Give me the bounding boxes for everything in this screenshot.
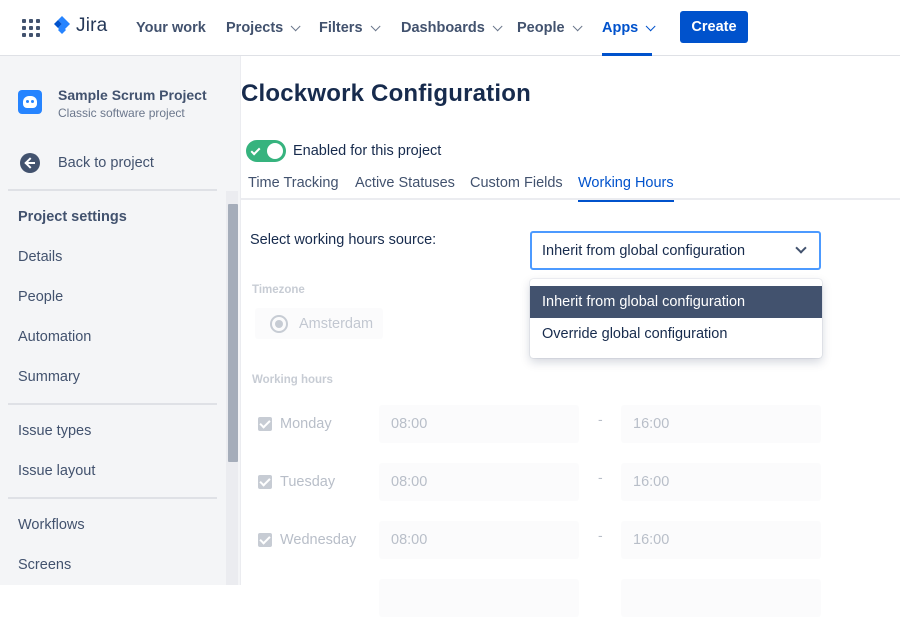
nav-your-work[interactable]: Your work bbox=[136, 0, 206, 56]
project-name: Sample Scrum Project bbox=[58, 87, 207, 103]
nav-item-label: Projects bbox=[226, 20, 284, 36]
create-button[interactable]: Create bbox=[680, 11, 748, 43]
chevron-down-icon bbox=[290, 20, 301, 31]
time-separator: - bbox=[598, 411, 603, 427]
option-override-global[interactable]: Override global configuration bbox=[530, 318, 822, 350]
top-navigation: Jira Your work Projects Filters Dashboar… bbox=[0, 0, 900, 56]
sidebar-item-automation[interactable]: Automation bbox=[18, 329, 91, 345]
chevron-down-icon bbox=[572, 20, 583, 31]
select-value: Inherit from global configuration bbox=[542, 243, 746, 259]
day-checkbox[interactable] bbox=[258, 533, 272, 547]
nav-dashboards[interactable]: Dashboards bbox=[401, 0, 503, 56]
day-checkbox[interactable] bbox=[258, 475, 272, 489]
sidebar-item-issue-layout[interactable]: Issue layout bbox=[18, 463, 95, 479]
check-icon bbox=[250, 145, 261, 156]
nav-item-label: Filters bbox=[319, 20, 363, 36]
working-hours-label: Working hours bbox=[252, 374, 333, 386]
nav-item-label: Apps bbox=[602, 20, 639, 36]
jira-logo-icon bbox=[54, 16, 70, 34]
project-header[interactable]: Sample Scrum Project Classic software pr… bbox=[18, 87, 207, 120]
back-to-project-link[interactable]: Back to project bbox=[20, 153, 154, 173]
day-name: Monday bbox=[280, 416, 332, 432]
tab-time-tracking[interactable]: Time Tracking bbox=[248, 175, 339, 200]
jira-logo[interactable]: Jira bbox=[52, 15, 107, 37]
enabled-toggle[interactable] bbox=[246, 140, 286, 162]
nav-people[interactable]: People bbox=[517, 0, 583, 56]
sidebar-item-details[interactable]: Details bbox=[18, 249, 62, 265]
globe-icon bbox=[270, 314, 288, 333]
app-switcher-icon[interactable] bbox=[22, 19, 40, 37]
timezone-field[interactable]: Amsterdam bbox=[255, 308, 383, 339]
tab-working-hours[interactable]: Working Hours bbox=[578, 175, 674, 202]
chevron-down-icon bbox=[370, 20, 381, 31]
time-separator: - bbox=[598, 469, 603, 485]
nav-item-label: People bbox=[517, 20, 565, 36]
tab-custom-fields[interactable]: Custom Fields bbox=[470, 175, 563, 200]
day-checkbox[interactable] bbox=[258, 417, 272, 431]
back-label: Back to project bbox=[58, 155, 154, 171]
source-label: Select working hours source: bbox=[250, 232, 437, 248]
timezone-label: Timezone bbox=[252, 284, 305, 296]
end-time-input[interactable]: 16:00 bbox=[621, 463, 821, 501]
end-time-input[interactable]: 16:00 bbox=[621, 521, 821, 559]
sidebar-item-issue-types[interactable]: Issue types bbox=[18, 423, 91, 439]
time-separator: - bbox=[598, 527, 603, 543]
sidebar-item-summary[interactable]: Summary bbox=[18, 369, 80, 385]
day-name: Wednesday bbox=[280, 532, 357, 548]
sidebar-heading: Project settings bbox=[18, 209, 127, 225]
sidebar-divider bbox=[8, 497, 217, 499]
source-dropdown-menu: Inherit from global configuration Overri… bbox=[530, 279, 822, 358]
toggle-knob bbox=[267, 143, 283, 159]
project-type: Classic software project bbox=[58, 106, 185, 120]
day-row-wednesday: Wednesday 08:00 - 16:00 bbox=[258, 521, 821, 559]
sidebar-scrollbar-thumb[interactable] bbox=[228, 204, 238, 462]
project-avatar-icon bbox=[18, 90, 42, 114]
config-tabs: Time Tracking Active Statuses Custom Fie… bbox=[241, 170, 900, 202]
nav-projects[interactable]: Projects bbox=[226, 0, 301, 56]
start-time-input[interactable]: 08:00 bbox=[379, 405, 579, 443]
nav-filters[interactable]: Filters bbox=[319, 0, 381, 56]
tab-active-statuses[interactable]: Active Statuses bbox=[355, 175, 455, 200]
arrow-left-circle-icon bbox=[20, 153, 40, 173]
sidebar-item-people[interactable]: People bbox=[18, 289, 63, 305]
nav-item-label: Dashboards bbox=[401, 20, 485, 36]
chevron-down-icon bbox=[795, 242, 807, 254]
start-time-input[interactable]: 08:00 bbox=[379, 463, 579, 501]
chevron-down-icon bbox=[645, 20, 656, 31]
day-row-tuesday: Tuesday 08:00 - 16:00 bbox=[258, 463, 821, 501]
day-row-monday: Monday 08:00 - 16:00 bbox=[258, 405, 821, 443]
sidebar-divider bbox=[8, 189, 217, 191]
option-inherit-global[interactable]: Inherit from global configuration bbox=[530, 286, 822, 318]
end-time-input[interactable]: 16:00 bbox=[621, 405, 821, 443]
sidebar-item-workflows[interactable]: Workflows bbox=[18, 517, 85, 533]
timezone-value: Amsterdam bbox=[299, 315, 374, 332]
working-hours-source-select[interactable]: Inherit from global configuration bbox=[530, 231, 821, 270]
sidebar-item-screens[interactable]: Screens bbox=[18, 557, 71, 573]
start-time-input[interactable]: 08:00 bbox=[379, 521, 579, 559]
chevron-down-icon bbox=[492, 20, 503, 31]
nav-apps[interactable]: Apps bbox=[602, 0, 656, 56]
nav-item-label: Your work bbox=[136, 20, 206, 36]
toggle-label: Enabled for this project bbox=[293, 143, 442, 159]
sidebar: Sample Scrum Project Classic software pr… bbox=[0, 56, 241, 585]
day-name: Tuesday bbox=[280, 474, 336, 490]
page-title: Clockwork Configuration bbox=[241, 80, 531, 107]
sidebar-divider bbox=[8, 403, 217, 405]
logo-text: Jira bbox=[76, 15, 108, 36]
